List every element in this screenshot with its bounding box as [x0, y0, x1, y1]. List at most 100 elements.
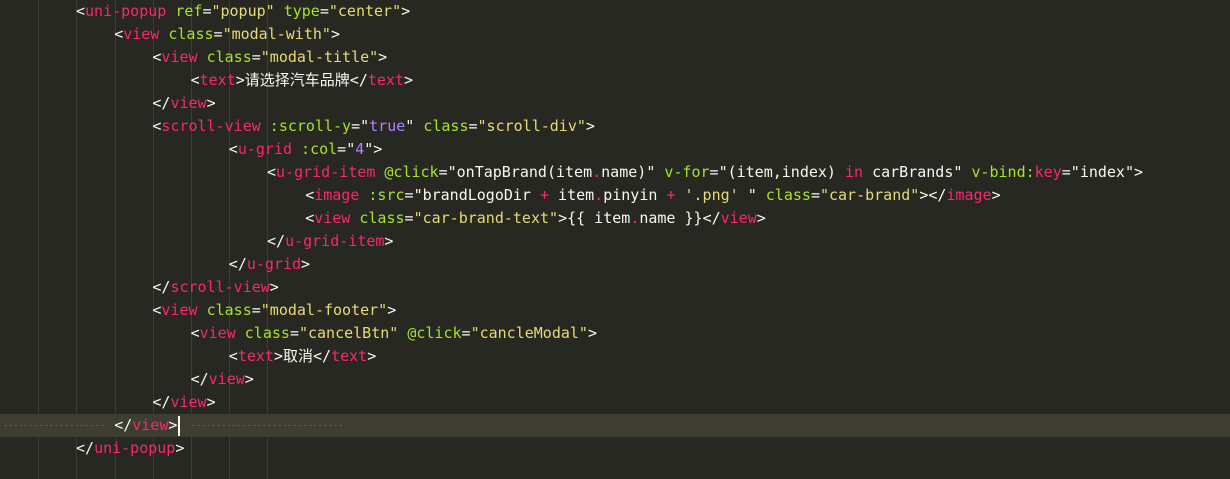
code-punctuation: </ [152, 278, 171, 296]
code-attribute: v-bind: [971, 163, 1035, 181]
code-tag: uni-popup [85, 2, 167, 20]
code-line[interactable]: </scroll-view> [0, 276, 1230, 299]
code-punctuation: </ [702, 209, 721, 227]
code-attribute: class [206, 48, 252, 66]
code-line[interactable]: <text>请选择汽车品牌</text> [0, 69, 1230, 92]
code-editor[interactable]: <uni-popup ref="popup" type="center"> <vi… [0, 0, 1230, 479]
code-string: "center" [328, 2, 402, 20]
code-line[interactable]: </view> [0, 391, 1230, 414]
code-attribute: class [359, 209, 405, 227]
code-punctuation: = [468, 117, 478, 135]
code-punctuation: " [718, 163, 728, 181]
code-punctuation: " [1124, 163, 1134, 181]
code-attribute: class [423, 117, 469, 135]
code-attribute: type [283, 2, 320, 20]
code-attribute: ref [175, 2, 203, 20]
whitespace-marker [192, 425, 342, 426]
code-punctuation: ></ [919, 186, 947, 204]
code-line[interactable]: <u-grid-item @click="onTapBrand(item.nam… [0, 161, 1230, 184]
code-text: 请选择汽车品牌 [244, 71, 350, 89]
code-attribute: @click [407, 324, 462, 342]
code-line[interactable]: <uni-popup ref="popup" type="center"> [0, 0, 1230, 23]
code-tag: u-grid-item [285, 232, 385, 250]
code-punctuation: </ [228, 255, 247, 273]
code-text: index [1079, 163, 1125, 181]
code-constant: 4 [355, 140, 365, 158]
code-punctuation: " [747, 186, 757, 204]
code-attribute: :scroll-y [269, 117, 352, 135]
code-punctuation: < [305, 209, 315, 227]
code-line[interactable]: </u-grid-item> [0, 230, 1230, 253]
code-line[interactable]: <u-grid :col="4"> [0, 138, 1230, 161]
code-punctuation: " [447, 163, 457, 181]
code-tag: scroll-view [161, 117, 261, 135]
code-line[interactable]: <view class="cancelBtn" @click="cancleMo… [0, 322, 1230, 345]
code-punctuation: = [709, 163, 719, 181]
code-content: <u-grid :col="4"> [229, 138, 383, 161]
code-line[interactable]: <scroll-view :scroll-y="true" class="scr… [0, 115, 1230, 138]
code-line-current[interactable]: </view> [0, 414, 1230, 437]
code-text: 取消 [282, 347, 313, 365]
code-tag: u-grid [246, 255, 302, 273]
code-operator: . [594, 186, 604, 204]
code-attribute: :col [301, 140, 338, 158]
code-line[interactable]: </u-grid> [0, 253, 1230, 276]
code-punctuation: > [206, 94, 216, 112]
code-punctuation: < [228, 347, 238, 365]
code-punctuation: > [403, 71, 414, 89]
code-tag: view [199, 324, 236, 342]
code-content: <view class="modal-with"> [114, 23, 340, 46]
code-operator: . [630, 209, 640, 227]
code-attribute: class [765, 186, 811, 204]
code-punctuation: </ [152, 393, 171, 411]
code-line[interactable]: <image :src="brandLogoDir + item.pinyin … [0, 184, 1230, 207]
code-line[interactable]: <view class="car-brand-text">{{ item.nam… [0, 207, 1230, 230]
code-line[interactable]: <text>取消</text> [0, 345, 1230, 368]
code-punctuation: " [360, 117, 370, 135]
code-tag: view [132, 416, 169, 434]
whitespace-marker [4, 425, 104, 426]
code-text: (item,index) [727, 163, 845, 181]
code-line[interactable]: </view> [0, 368, 1230, 391]
code-constant: true [369, 117, 406, 135]
code-punctuation: = [404, 186, 414, 204]
code-line[interactable]: </uni-popup> [0, 437, 1230, 460]
code-line[interactable]: <view class="modal-title"> [0, 46, 1230, 69]
code-punctuation: </ [313, 347, 332, 365]
code-line[interactable]: <view class="modal-footer"> [0, 299, 1230, 322]
code-punctuation: " [1070, 163, 1080, 181]
code-operator: + [540, 186, 550, 204]
code-punctuation: = [404, 209, 414, 227]
code-tag: view [123, 25, 160, 43]
code-punctuation: = [251, 301, 261, 319]
code-punctuation: < [228, 140, 238, 158]
code-punctuation: < [305, 186, 315, 204]
code-punctuation: = [251, 48, 261, 66]
code-attribute: class [168, 25, 214, 43]
code-punctuation: > [373, 140, 383, 158]
code-punctuation: > [558, 209, 568, 227]
code-string: "cancleModal" [470, 324, 588, 342]
code-content: </view> [152, 92, 215, 115]
code-punctuation: </ [349, 71, 368, 89]
code-content: </u-grid-item> [267, 230, 393, 253]
code-punctuation: = [337, 140, 347, 158]
code-string: "modal-with" [222, 25, 331, 43]
code-text: name }} [639, 209, 703, 227]
code-punctuation: > [301, 255, 311, 273]
code-line[interactable]: </view> [0, 92, 1230, 115]
code-punctuation: < [190, 71, 200, 89]
code-text: {{ item [567, 209, 631, 227]
code-tag: u-grid-item [276, 163, 376, 181]
code-line[interactable]: <view class="modal-with"> [0, 23, 1230, 46]
code-string: "car-brand" [819, 186, 920, 204]
code-content: <view class="modal-footer"> [152, 299, 396, 322]
code-content: </scroll-view> [152, 276, 278, 299]
code-content: <view class="car-brand-text">{{ item.nam… [305, 207, 766, 230]
code-tag: view [170, 393, 207, 411]
code-text: onTapBrand(item [456, 163, 593, 181]
